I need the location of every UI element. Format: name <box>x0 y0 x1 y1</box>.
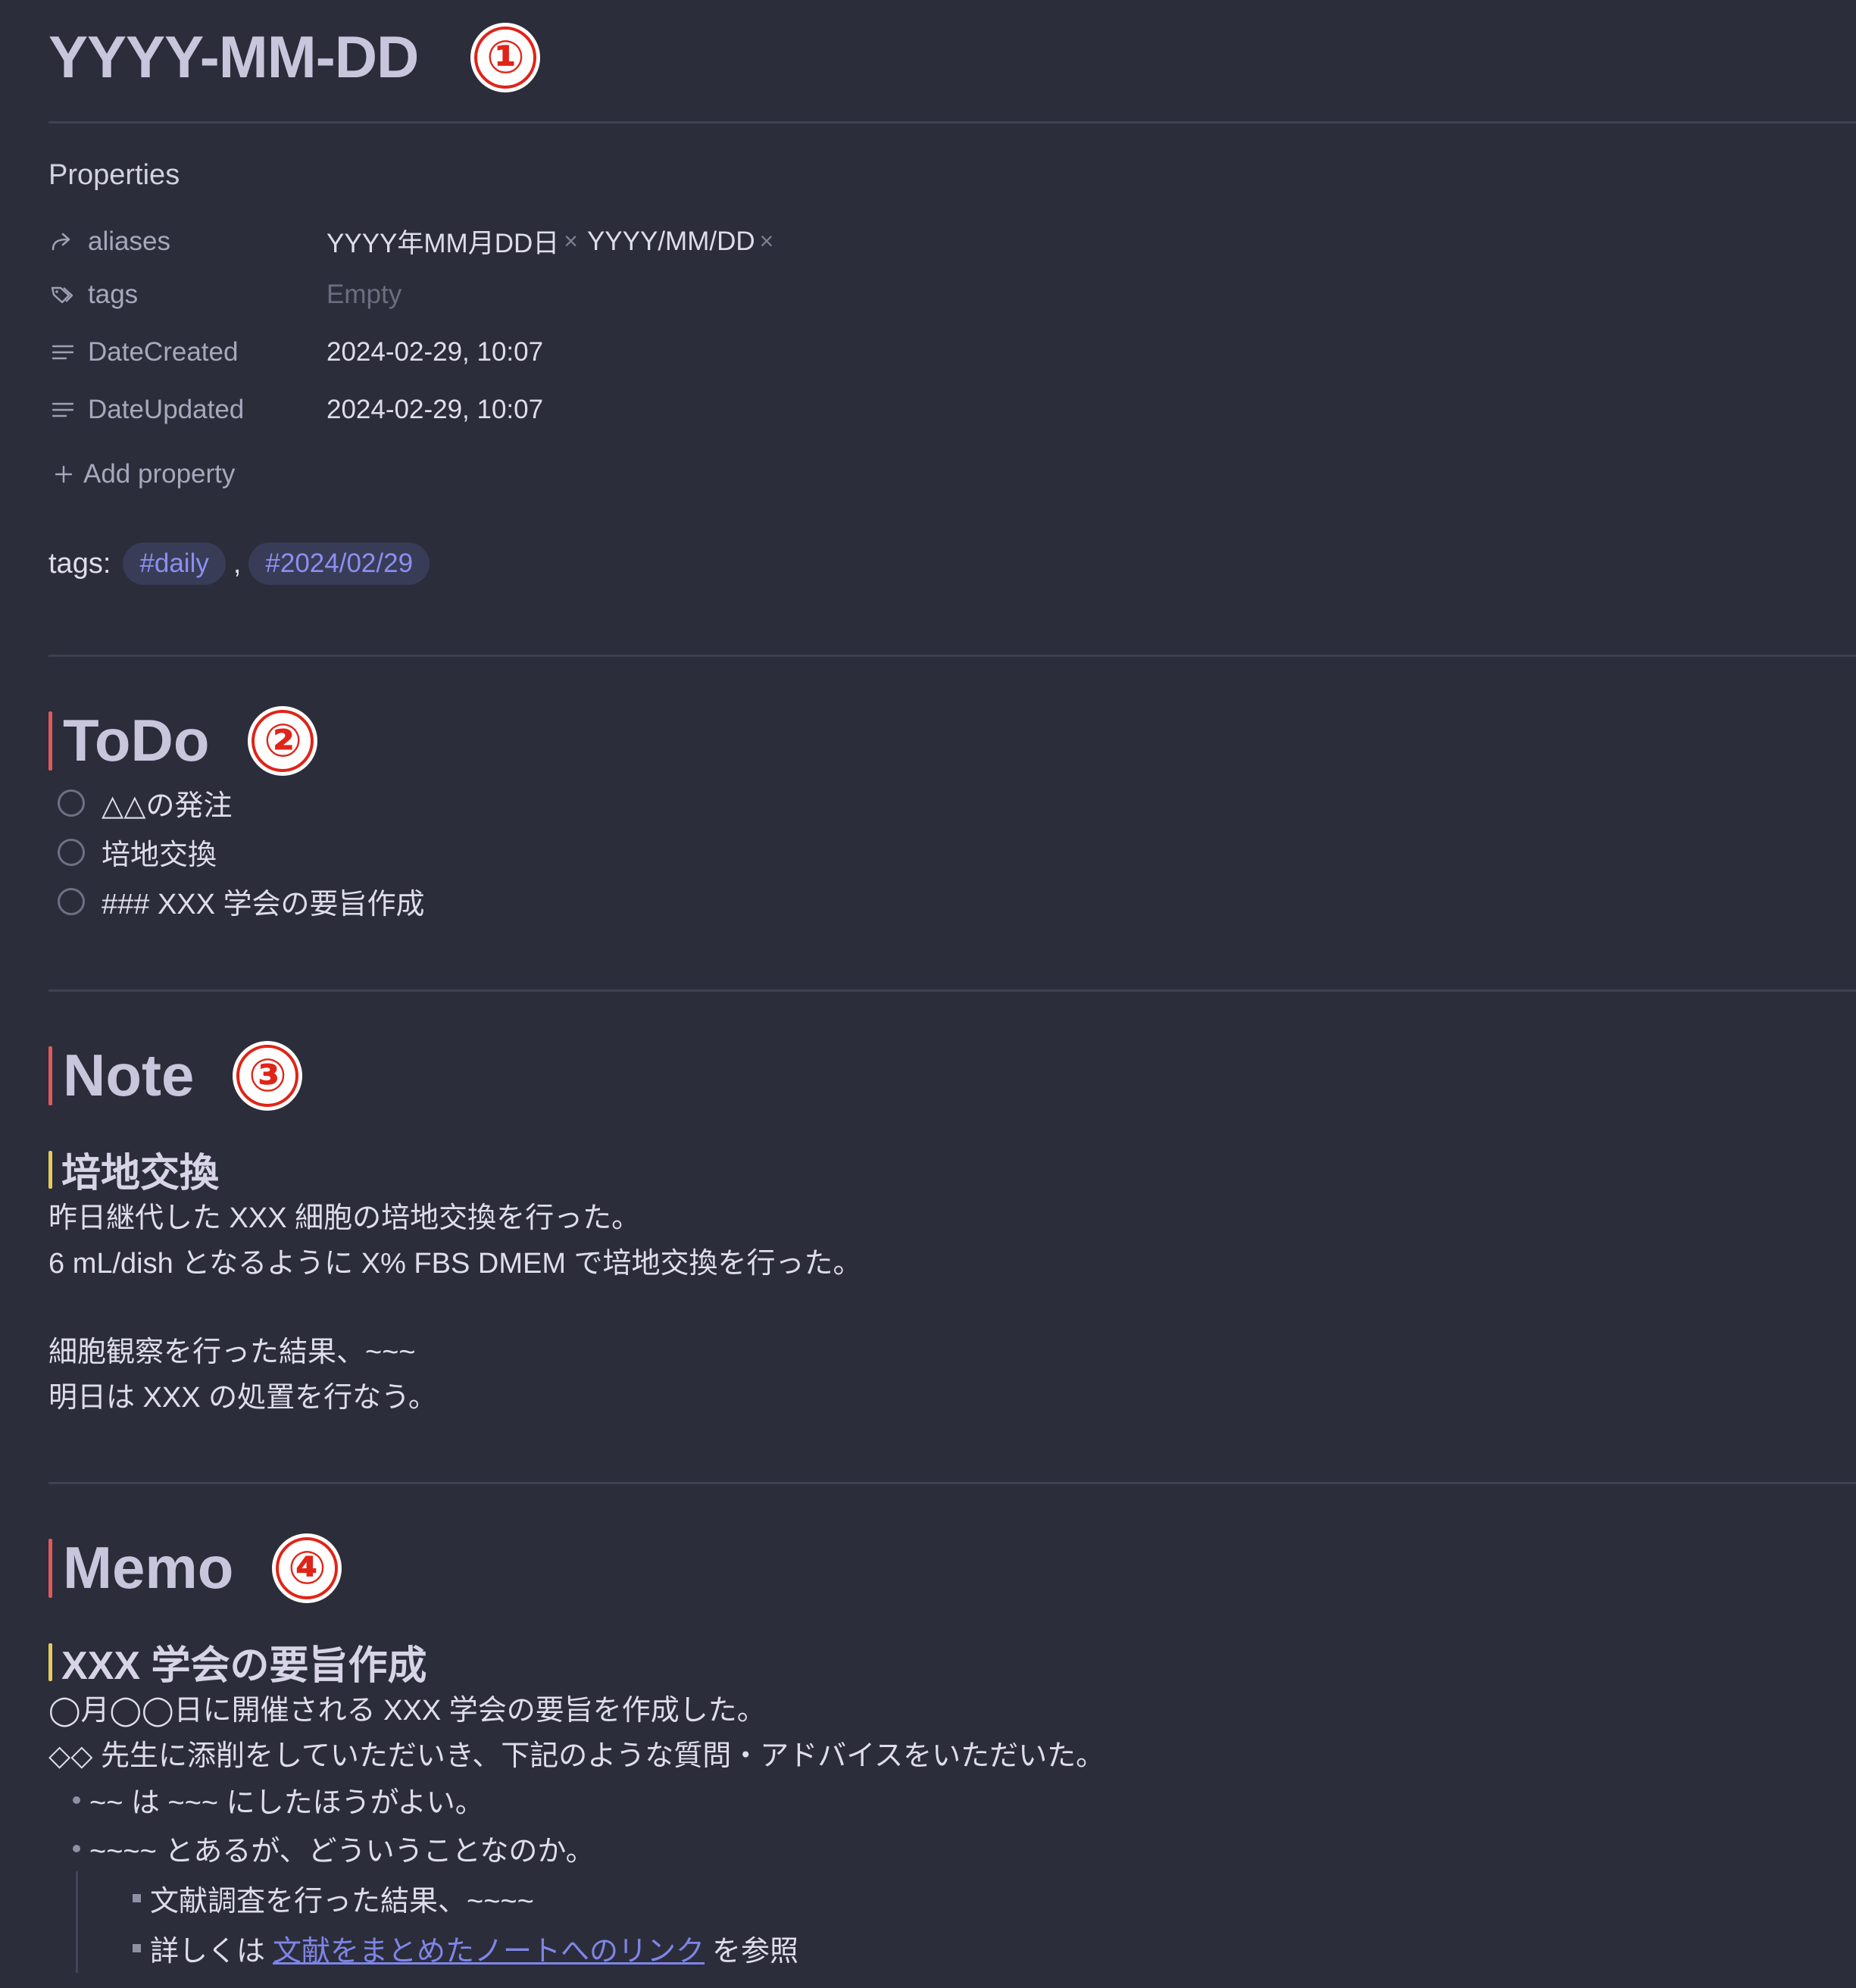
memo-line[interactable]: ◇◇ 先生に添削をしていただいき、下記のような質問・アドバイスをいただいた。 <box>48 1732 1105 1774</box>
subheading-text: XXX 学会の要旨作成 <box>61 1644 427 1688</box>
property-key[interactable]: DateUpdated <box>88 395 327 425</box>
task-text: 培地交換 <box>102 839 217 871</box>
text-lines-icon <box>48 339 79 366</box>
annotation-badge-2: ② <box>252 709 314 772</box>
subheading-accent-bar <box>48 1150 52 1189</box>
tags-icon <box>48 281 79 308</box>
note-line[interactable]: 明日は XXX の処置を行なう。 <box>48 1374 437 1415</box>
note-line[interactable]: 昨日継代した XXX 細胞の培地交換を行った。 <box>48 1194 640 1236</box>
note-line[interactable]: 6 mL/dish となるように X% FBS DMEM で培地交換を行った。 <box>48 1239 862 1281</box>
plus-icon <box>53 464 74 485</box>
subheading-accent-bar <box>48 1643 52 1681</box>
property-key[interactable]: DateCreated <box>88 337 327 367</box>
indent-guide <box>76 1871 78 1973</box>
add-property-label: Add property <box>83 459 236 489</box>
title-row: YYYY-MM-DD ① <box>48 23 537 92</box>
text-lines-icon <box>48 396 79 424</box>
heading-accent-bar <box>48 1046 52 1105</box>
property-key[interactable]: tags <box>88 280 327 310</box>
subheading-text: 培地交換 <box>61 1152 220 1196</box>
heading-accent-bar <box>48 1538 52 1598</box>
property-row-datecreated[interactable]: DateCreated 2024-02-29, 10:07 <box>48 337 543 367</box>
task-text: ### XXX 学会の要旨作成 <box>102 889 425 921</box>
note-page: YYYY-MM-DD ① Properties aliases YYYY年MM月… <box>0 0 1856 1988</box>
memo-heading[interactable]: Memo ④ <box>48 1533 339 1602</box>
alias-value[interactable]: YYYY/MM/DD <box>587 227 755 257</box>
annotation-badge-3: ③ <box>236 1044 299 1107</box>
bullet-dot <box>73 1796 80 1804</box>
list-item-text: ~~~~ とあるが、どういうことなのか。 <box>89 1836 595 1868</box>
heading-accent-bar <box>48 711 52 771</box>
list-item[interactable]: ~~~~ とあるが、どういうことなのか。 <box>73 1827 595 1869</box>
note-subheading[interactable]: 培地交換 <box>48 1141 219 1198</box>
title-divider <box>48 121 1856 123</box>
bullet-dot <box>73 1844 80 1852</box>
property-row-aliases[interactable]: aliases YYYY年MM月DD日 × YYYY/MM/DD × <box>48 222 783 261</box>
todo-heading[interactable]: ToDo ② <box>48 706 314 775</box>
property-value[interactable]: 2024-02-29, 10:07 <box>327 395 543 425</box>
memo-line[interactable]: ◯月◯◯日に開催される XXX 学会の要旨を作成した。 <box>48 1686 766 1728</box>
list-item-text: を参照 <box>712 1936 799 1968</box>
property-value[interactable]: Empty <box>327 280 402 310</box>
list-item-text: 文献調査を行った結果、~~~~ <box>150 1886 534 1918</box>
note-heading[interactable]: Note ③ <box>48 1041 299 1110</box>
todo-item[interactable]: ### XXX 学会の要旨作成 <box>58 880 425 922</box>
property-row-dateupdated[interactable]: DateUpdated 2024-02-29, 10:07 <box>48 395 543 425</box>
section-divider <box>48 655 1856 657</box>
tag-date[interactable]: #2024/02/29 <box>248 542 430 585</box>
add-property-button[interactable]: Add property <box>53 459 235 489</box>
nested-list-item[interactable]: 文献調査を行った結果、~~~~ <box>133 1877 534 1919</box>
remove-alias-icon[interactable]: × <box>760 227 774 255</box>
nested-list-item[interactable]: 詳しくは 文献をまとめたノートへのリンク を参照 <box>133 1927 798 1969</box>
memo-subheading[interactable]: XXX 学会の要旨作成 <box>48 1633 427 1690</box>
bullet-square <box>133 1944 141 1952</box>
internal-link[interactable]: 文献をまとめたノートへのリンク <box>273 1927 705 1969</box>
link-arrow-icon <box>48 228 79 255</box>
list-item-text: 詳しくは <box>150 1936 266 1968</box>
todo-item[interactable]: 培地交換 <box>58 831 217 873</box>
task-text: △△の発注 <box>102 790 233 822</box>
page-title[interactable]: YYYY-MM-DD <box>48 23 419 92</box>
property-row-tags[interactable]: tags Empty <box>48 280 402 310</box>
tag-daily[interactable]: #daily <box>123 542 226 585</box>
todo-item[interactable]: △△の発注 <box>58 782 232 824</box>
alias-value[interactable]: YYYY年MM月DD日 <box>327 222 559 261</box>
bullet-square <box>133 1894 141 1902</box>
note-line[interactable]: 細胞観察を行った結果、~~~ <box>48 1328 416 1370</box>
remove-alias-icon[interactable]: × <box>564 227 578 255</box>
tags-label: tags: <box>48 547 111 580</box>
task-checkbox[interactable] <box>58 838 85 866</box>
tag-separator: , <box>233 547 242 580</box>
task-checkbox[interactable] <box>58 887 85 915</box>
annotation-badge-4: ④ <box>276 1536 339 1599</box>
property-key[interactable]: aliases <box>88 227 327 257</box>
heading-text: Note <box>63 1042 195 1108</box>
heading-text: Memo <box>63 1534 234 1601</box>
heading-text: ToDo <box>63 707 210 774</box>
section-divider <box>48 989 1856 992</box>
list-item[interactable]: ~~ は ~~~ にしたほうがよい。 <box>73 1779 484 1821</box>
section-divider <box>48 1482 1856 1484</box>
tags-line: tags: #daily , #2024/02/29 <box>48 542 437 585</box>
annotation-badge-1: ① <box>474 26 537 89</box>
property-value[interactable]: 2024-02-29, 10:07 <box>327 337 543 367</box>
properties-heading[interactable]: Properties <box>48 159 180 192</box>
task-checkbox[interactable] <box>58 789 85 817</box>
list-item-text: ~~ は ~~~ にしたほうがよい。 <box>89 1787 484 1819</box>
